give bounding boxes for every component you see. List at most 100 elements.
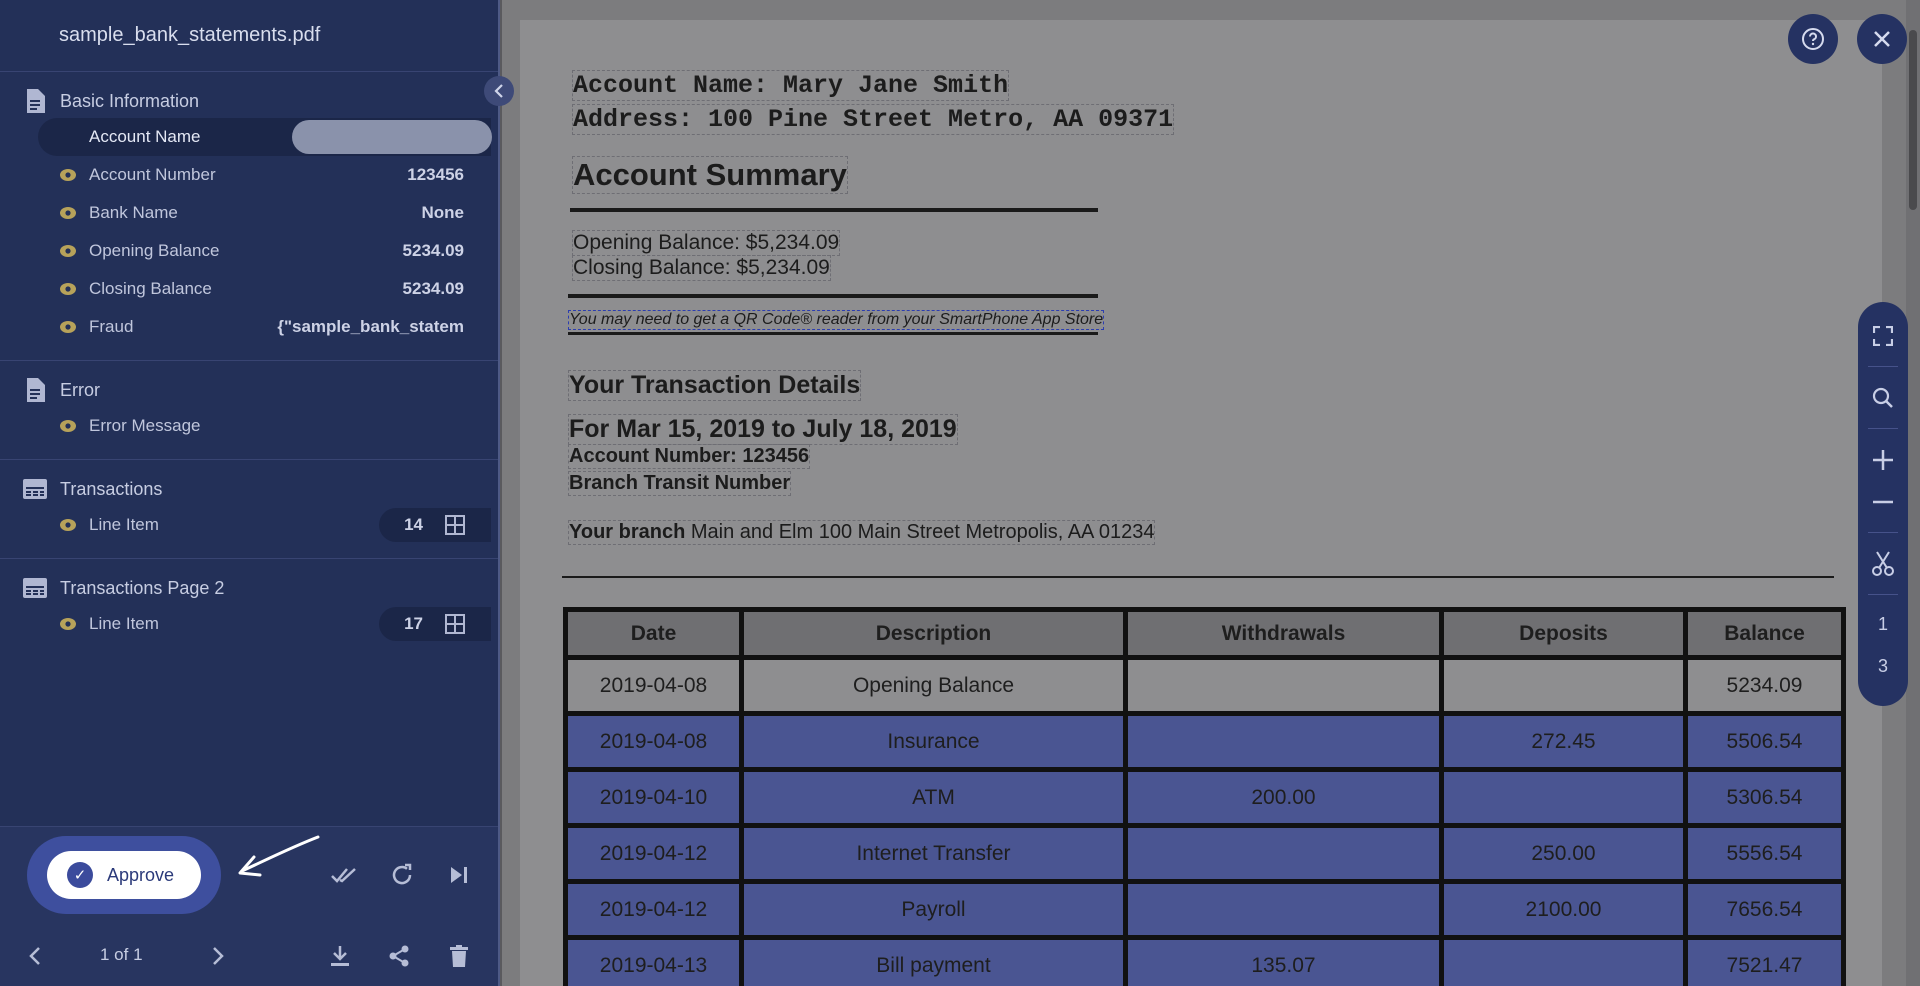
help-icon — [1802, 28, 1824, 50]
eye-icon[interactable] — [59, 280, 77, 298]
page-indicator: 1 of 1 — [100, 945, 143, 964]
collapse-sidebar-button[interactable] — [484, 76, 514, 106]
share-icon[interactable] — [384, 941, 414, 971]
doc-closing-balance[interactable]: Closing Balance: $5,234.09 — [572, 255, 831, 281]
doc-transaction-details-title[interactable]: Your Transaction Details — [568, 370, 862, 401]
cell-deposits — [1439, 767, 1688, 828]
eye-icon[interactable] — [59, 204, 77, 222]
header-withdrawals: Withdrawals — [1123, 607, 1444, 660]
toolbar-divider — [1868, 366, 1898, 367]
refresh-icon[interactable] — [387, 860, 417, 890]
section-basic-information: Basic Information Account Name Account N… — [0, 72, 498, 361]
document-page: Account Name: Mary Jane Smith Address: 1… — [520, 20, 1882, 986]
table-row[interactable]: 2019-04-10 ATM 200.00 5306.54 — [563, 767, 1846, 828]
search-button[interactable] — [1858, 376, 1908, 420]
line-item-count-pill[interactable]: 17 — [379, 607, 491, 641]
approve-button[interactable]: ✓ Approve — [47, 851, 201, 899]
field-error-message[interactable]: Error Message — [0, 407, 498, 445]
check-circle-icon: ✓ — [67, 862, 93, 888]
skip-next-icon[interactable] — [444, 860, 474, 890]
viewer-toolbar: 1 3 — [1858, 302, 1908, 706]
eye-icon[interactable] — [59, 242, 77, 260]
doc-branch-line[interactable]: Your branch Main and Elm 100 Main Street… — [568, 520, 1156, 545]
table-row[interactable]: 2019-04-08 Opening Balance 5234.09 — [563, 655, 1846, 716]
section-title[interactable]: Transactions Page 2 — [0, 571, 498, 605]
zoom-out-button[interactable] — [1858, 480, 1908, 524]
field-label: Account Number — [89, 165, 216, 184]
cell-description: Internet Transfer — [739, 823, 1128, 884]
eye-icon[interactable] — [59, 318, 77, 336]
download-icon[interactable] — [325, 941, 355, 971]
table-row[interactable]: 2019-04-08 Insurance 272.45 5506.54 — [563, 711, 1846, 772]
doc-qr-note[interactable]: You may need to get a QR Code® reader fr… — [568, 310, 1105, 330]
close-button[interactable] — [1857, 14, 1907, 64]
field-line-item[interactable]: Line Item 17 — [0, 605, 498, 643]
cell-withdrawals — [1123, 879, 1444, 940]
account-name-input[interactable] — [292, 120, 492, 154]
doc-period[interactable]: For Mar 15, 2019 to July 18, 2019 — [568, 414, 958, 445]
doc-summary-title[interactable]: Account Summary — [572, 156, 848, 194]
table-row[interactable]: 2019-04-12 Internet Transfer 250.00 5556… — [563, 823, 1846, 884]
fullscreen-icon — [1873, 326, 1893, 346]
field-closing-balance[interactable]: Closing Balance 5234.09 — [0, 270, 498, 308]
split-button[interactable] — [1858, 542, 1908, 586]
cell-balance: 5556.54 — [1683, 823, 1846, 884]
fullscreen-button[interactable] — [1858, 314, 1908, 358]
field-value: 5234.09 — [402, 241, 464, 260]
minus-icon — [1873, 500, 1893, 504]
field-account-number[interactable]: Account Number 123456 — [0, 156, 498, 194]
doc-account-name[interactable]: Account Name: Mary Jane Smith — [572, 70, 1010, 101]
grid-icon[interactable] — [445, 614, 465, 634]
chevron-right-icon[interactable] — [203, 941, 233, 971]
section-transactions-page-2: Transactions Page 2 Line Item 17 — [0, 559, 498, 657]
header-date: Date — [563, 607, 744, 660]
scissors-icon — [1872, 551, 1894, 576]
doc-account-number[interactable]: Account Number: 123456 — [568, 444, 811, 469]
eye-icon[interactable] — [59, 166, 77, 184]
table-row[interactable]: 2019-04-12 Payroll 2100.00 7656.54 — [563, 879, 1846, 940]
cell-withdrawals: 200.00 — [1123, 767, 1444, 828]
doc-opening-balance[interactable]: Opening Balance: $5,234.09 — [572, 230, 841, 256]
sidebar: sample_bank_statements.pdf Basic Informa… — [0, 0, 500, 986]
cell-balance: 7521.47 — [1683, 935, 1846, 986]
section-title[interactable]: Error — [0, 373, 498, 407]
field-fraud[interactable]: Fraud {"sample_bank_statem — [0, 308, 498, 346]
help-button[interactable] — [1788, 14, 1838, 64]
grid-icon[interactable] — [445, 515, 465, 535]
table-icon — [22, 575, 48, 601]
page-number-current[interactable]: 1 — [1858, 606, 1908, 642]
cell-balance: 7656.54 — [1683, 879, 1846, 940]
eye-icon[interactable] — [59, 615, 77, 633]
cell-balance: 5506.54 — [1683, 711, 1846, 772]
field-bank-name[interactable]: Bank Name None — [0, 194, 498, 232]
zoom-in-button[interactable] — [1858, 438, 1908, 482]
line-item-count-pill[interactable]: 14 — [379, 508, 491, 542]
cell-balance: 5234.09 — [1683, 655, 1846, 716]
trash-icon[interactable] — [444, 941, 474, 971]
section-title-label: Error — [60, 379, 100, 400]
table-row[interactable]: 2019-04-13 Bill payment 135.07 7521.47 — [563, 935, 1846, 986]
header-description: Description — [739, 607, 1128, 660]
field-opening-balance[interactable]: Opening Balance 5234.09 — [0, 232, 498, 270]
eye-icon[interactable] — [59, 417, 77, 435]
section-title[interactable]: Transactions — [0, 472, 498, 506]
field-account-name[interactable]: Account Name — [0, 118, 498, 156]
transactions-table: Date Description Withdrawals Deposits Ba… — [563, 607, 1846, 986]
scrollbar-thumb[interactable] — [1909, 30, 1917, 210]
chevron-left-icon[interactable] — [20, 941, 50, 971]
cell-deposits: 2100.00 — [1439, 879, 1688, 940]
page-number-total[interactable]: 3 — [1858, 648, 1908, 684]
section-title-label: Transactions — [60, 478, 163, 499]
vertical-scrollbar[interactable] — [1906, 0, 1920, 986]
doc-branch-transit[interactable]: Branch Transit Number — [568, 471, 792, 496]
field-label: Opening Balance — [89, 241, 220, 260]
bottom-action-bar: ✓ Approve 1 of 1 — [0, 826, 498, 986]
eye-icon[interactable] — [59, 516, 77, 534]
document-viewer: Account Name: Mary Jane Smith Address: 1… — [502, 0, 1920, 986]
divider — [568, 332, 1098, 335]
line-item-count: 14 — [404, 515, 423, 534]
section-title[interactable]: Basic Information — [0, 84, 498, 118]
doc-address[interactable]: Address: 100 Pine Street Metro, AA 09371 — [572, 104, 1175, 135]
field-line-item[interactable]: Line Item 14 — [0, 506, 498, 544]
approve-all-icon[interactable] — [329, 860, 359, 890]
